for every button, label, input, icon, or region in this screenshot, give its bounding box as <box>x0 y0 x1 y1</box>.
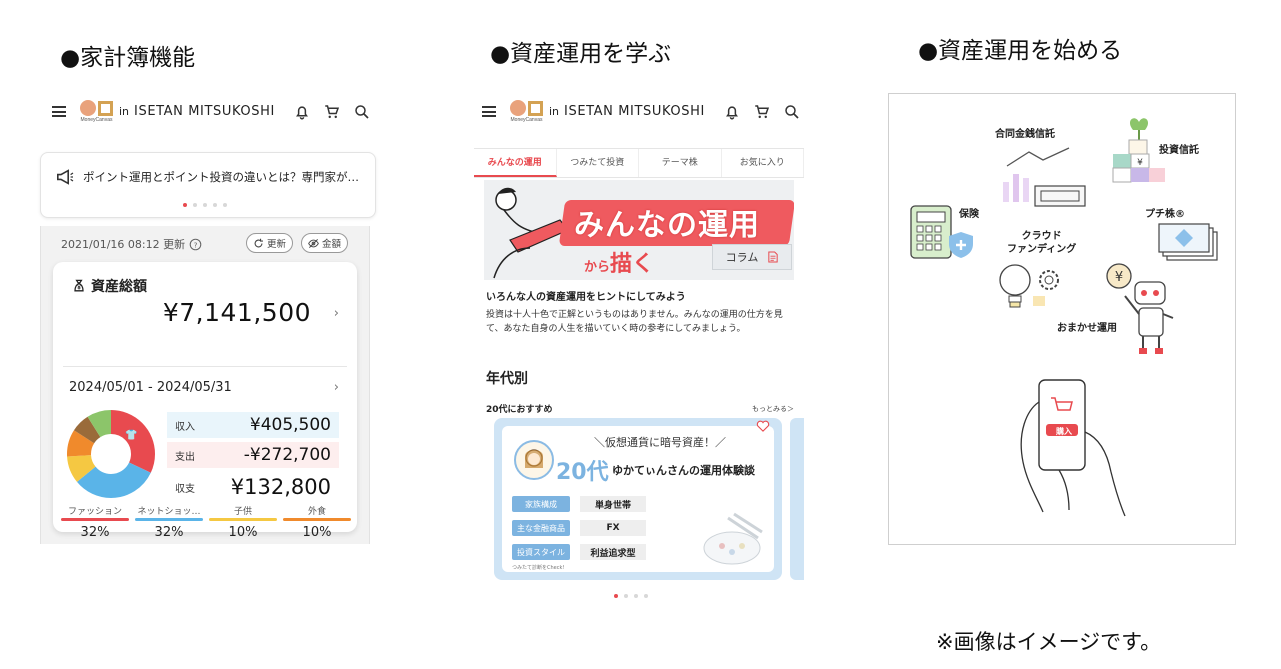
banknote-icon <box>1158 223 1218 261</box>
cart-icon[interactable] <box>323 103 341 121</box>
story-card-next[interactable] <box>790 418 804 580</box>
brand-name: ISETAN MITSUKOSHI <box>134 104 275 119</box>
svg-text:?: ? <box>194 240 198 249</box>
svg-text:👕: 👕 <box>125 429 137 441</box>
learn-screen: MoneyCanvas in ISETAN MITSUKOSHI みんなの運用 … <box>472 92 808 612</box>
money-bag-icon: ¥ <box>74 279 84 292</box>
category-item[interactable]: 子供 10% <box>209 504 277 540</box>
brand-in: in <box>119 105 130 118</box>
search-icon[interactable] <box>783 103 801 121</box>
refresh-icon <box>254 238 263 247</box>
svg-text:¥: ¥ <box>1137 158 1143 168</box>
tab-bar: みんなの運用 つみたて投資 テーマ株 お気に入り <box>474 148 804 178</box>
brand-in: in <box>549 105 560 118</box>
household-screen: MoneyCanvas in ISETAN MITSUKOSHI ポイント運用と… <box>40 92 376 544</box>
app-header: MoneyCanvas in ISETAN MITSUKOSHI <box>52 100 371 123</box>
carousel-dots <box>614 594 648 598</box>
tag-row: 主な金融商品 FX <box>512 520 646 536</box>
column-badge[interactable]: コラム <box>712 244 792 270</box>
card-kicker: ＼仮想通貨に暗号資産！／ <box>594 436 726 449</box>
card-title: ゆかてぃんさんの運用体験談 <box>612 464 755 477</box>
avatar <box>514 440 554 480</box>
robot-icon: ¥ <box>1106 263 1174 354</box>
bell-icon[interactable] <box>723 103 741 121</box>
eye-off-icon <box>308 238 319 248</box>
category-list: ファッション 32% ネットショッ… 32% 子供 10% 外食 10% <box>61 504 351 540</box>
income-value: ¥405,500 <box>249 415 331 435</box>
section-heading: 年代別 <box>486 371 528 387</box>
banner-title: みんなの運用 <box>574 208 760 243</box>
household-body: 2021/01/16 08:12 更新 ? 更新 金額 ¥ 資産総額 ¥7,14… <box>40 226 370 544</box>
category-item[interactable]: ネットショッ… 32% <box>135 504 203 540</box>
label-insurance: 保険 <box>959 209 979 220</box>
card-note: つみたて診断をCheck! <box>512 565 565 571</box>
tab-favorites[interactable]: お気に入り <box>722 149 804 177</box>
cart-icon[interactable] <box>753 103 771 121</box>
heart-icon[interactable] <box>756 420 770 432</box>
expense-row: 支出 -¥272,700 <box>167 442 339 468</box>
start-screen: 合同金銭信託 ¥ 投資信託 保険 プチ株® クラウド ファンディング ¥ おまか… <box>888 93 1236 545</box>
heading-start: ●資産運用を始める <box>918 38 1123 64</box>
footnote: ※画像はイメージです。 <box>936 630 1162 654</box>
bell-icon[interactable] <box>293 103 311 121</box>
category-item[interactable]: ファッション 32% <box>61 504 129 540</box>
lightbulb-gear-icon <box>999 264 1059 308</box>
help-icon[interactable]: ? <box>189 238 202 251</box>
tab-minna[interactable]: みんなの運用 <box>474 149 557 177</box>
megaphone-icon <box>57 169 74 185</box>
banner-subtitle: から描く <box>584 252 655 277</box>
app-header: MoneyCanvas in ISETAN MITSUKOSHI <box>482 100 801 123</box>
balance-value: ¥132,800 <box>230 475 331 499</box>
chevron-right-icon[interactable]: › <box>334 380 339 395</box>
assets-title: ¥ 資産総額 <box>71 276 147 296</box>
category-item[interactable]: 外食 10% <box>283 504 351 540</box>
notice-banner[interactable]: ポイント運用とポイント投資の違いとは？専門家が… <box>40 152 376 218</box>
summary-card: ¥ 資産総額 ¥7,141,500 › 2024/05/01 - 2024/05… <box>53 262 357 540</box>
logo: MoneyCanvas <box>80 100 113 123</box>
notice-text: ポイント運用とポイント投資の違いとは？専門家が… <box>83 170 359 184</box>
hide-amount-button[interactable]: 金額 <box>301 233 349 253</box>
label-crowdfunding: クラウド ファンディング <box>1007 231 1077 255</box>
svg-text:¥: ¥ <box>1115 270 1123 285</box>
tab-theme[interactable]: テーマ株 <box>639 149 722 177</box>
update-timestamp: 2021/01/16 08:12 更新 ? <box>61 236 202 252</box>
card-age: 20代 <box>556 460 609 485</box>
logo: MoneyCanvas <box>510 100 543 123</box>
tag-row: 家族構成 単身世帯 <box>512 496 646 512</box>
period-label[interactable]: 2024/05/01 - 2024/05/31 <box>69 380 232 395</box>
expense-value: -¥272,700 <box>243 445 331 465</box>
chart-trend-icon <box>1003 147 1086 207</box>
lead-heading: いろんな人の資産運用をヒントにしてみよう <box>486 292 686 303</box>
tab-tsumitate[interactable]: つみたて投資 <box>557 149 639 177</box>
assets-amount: ¥7,141,500 <box>162 298 311 327</box>
brand-name: ISETAN MITSUKOSHI <box>564 104 705 119</box>
document-icon <box>768 251 778 263</box>
hero-banner[interactable]: みんなの運用 から描く コラム <box>484 180 794 280</box>
menu-icon[interactable] <box>482 106 496 117</box>
carousel-dots <box>183 203 227 207</box>
balance-row: 収支 ¥132,800 <box>175 475 331 499</box>
heading-household: ●家計簿機能 <box>60 45 196 71</box>
palette-illustration <box>703 512 763 565</box>
heading-learn: ●資産運用を学ぶ <box>490 41 672 67</box>
sub-heading: 20代におすすめ <box>486 405 553 415</box>
lead-body: 投資は十人十色で正解というものはありません。みんなの運用の仕方を見て、あなた自身… <box>486 310 783 334</box>
label-petit-stock: プチ株® <box>1145 209 1185 220</box>
refresh-button[interactable]: 更新 <box>246 233 294 253</box>
label-mutual-trust: 合同金銭信託 <box>995 129 1055 140</box>
story-card[interactable]: ＼仮想通貨に暗号資産！／ 20代 ゆかてぃんさんの運用体験談 家族構成 単身世帯… <box>494 418 782 580</box>
buy-button[interactable]: 購入 <box>1049 426 1079 437</box>
tag-row: 投資スタイル 利益追求型 <box>512 544 646 560</box>
chevron-right-icon[interactable]: › <box>334 306 339 321</box>
search-icon[interactable] <box>353 103 371 121</box>
menu-icon[interactable] <box>52 106 66 117</box>
smartphone-hands-illustration <box>1020 379 1126 517</box>
expense-donut-chart: 👕 <box>67 410 155 498</box>
label-robo-advisor: おまかせ運用 <box>1057 323 1117 334</box>
income-row: 収入 ¥405,500 <box>167 412 339 438</box>
see-more-link[interactable]: もっとみる＞ <box>752 404 794 414</box>
label-investment-trust: 投資信託 <box>1159 145 1199 156</box>
